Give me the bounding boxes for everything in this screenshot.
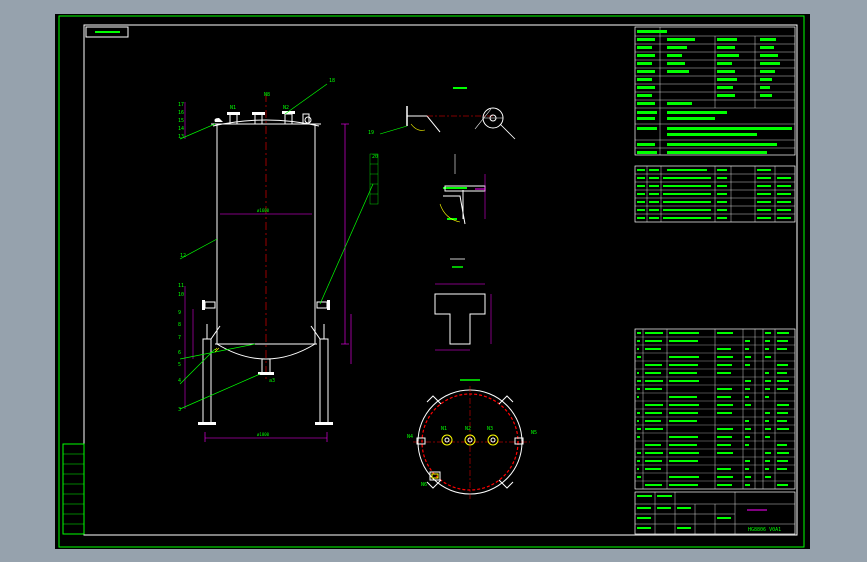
leader-stack-13: 13: [178, 134, 184, 140]
leader-stack-16: 16: [178, 110, 184, 116]
drawing-canvas[interactable]: ø1600 ø1800 N1 N2 N8 a3 18 12 17 16 15 1…: [55, 14, 810, 549]
leader-lower-3: 3: [178, 407, 181, 413]
svg-text:ø1800: ø1800: [257, 432, 270, 437]
design-data-table: [634, 26, 796, 156]
leader-stack-14: 14: [178, 126, 184, 132]
plan-label-n1: N1: [441, 426, 447, 432]
leader-stack-15: 15: [178, 118, 184, 124]
inner-frame: [83, 24, 798, 536]
nozzle-table: [634, 165, 796, 223]
leader-number-20: 20: [372, 154, 378, 160]
detail-nozzle-view: [379, 87, 516, 140]
title-block: HG8806 V0A1: [634, 491, 796, 535]
leader-number-19: 19: [368, 130, 374, 136]
vessel-elevation: ø1600 ø1800: [179, 83, 374, 442]
nozzle-label-a3: a3: [269, 378, 275, 384]
plan-view: N1 N2 N3 N5 N4 N6: [407, 379, 537, 499]
drawing-project-code: HG8806 V0A1: [748, 527, 781, 533]
bill-of-materials: [634, 328, 796, 490]
leader-lower-8: 8: [178, 322, 181, 328]
nozzle-label-n2: N2: [283, 105, 289, 111]
revision-table-rows: [63, 453, 84, 525]
plan-label-n2: N2: [465, 426, 471, 432]
svg-text:ø1600: ø1600: [257, 208, 270, 213]
leader-lower-7: 7: [178, 335, 181, 341]
leader-lower-10: 10: [178, 292, 184, 298]
plan-label-n4: N4: [407, 434, 413, 440]
leader-lower-6: 6: [178, 350, 181, 356]
right-dim-stack: [369, 153, 379, 205]
leader-lower-9: 9: [178, 310, 181, 316]
detail-flange-section: [439, 154, 486, 225]
leader-lower-5: 5: [178, 362, 181, 368]
nozzle-label-n1: N1: [230, 105, 236, 111]
cad-viewport[interactable]: ø1600 ø1800 N1 N2 N8 a3 18 12 17 16 15 1…: [0, 0, 867, 562]
plan-label-n3: N3: [487, 426, 493, 432]
plan-label-n6: N6: [421, 482, 427, 488]
leader-lower-4: 4: [178, 378, 181, 384]
detail-lug: [434, 258, 492, 351]
leader-number-18: 18: [329, 78, 335, 84]
leader-number-12: 12: [180, 253, 186, 259]
leader-lower-11: 11: [178, 283, 184, 289]
elevation-labels: N1 N2 N8 a3 18 12 17 16 15 14 13 11 10 9…: [178, 78, 378, 413]
leader-stack-17: 17: [178, 102, 184, 108]
revision-table: [62, 443, 85, 535]
outer-frame: [58, 15, 805, 548]
plan-label-n5: N5: [531, 430, 537, 436]
nozzle-label-n8: N8: [264, 92, 270, 98]
vessel-drawing: ø1600 ø1800 N1 N2 N8 a3 18 12 17 16 15 1…: [58, 15, 805, 548]
